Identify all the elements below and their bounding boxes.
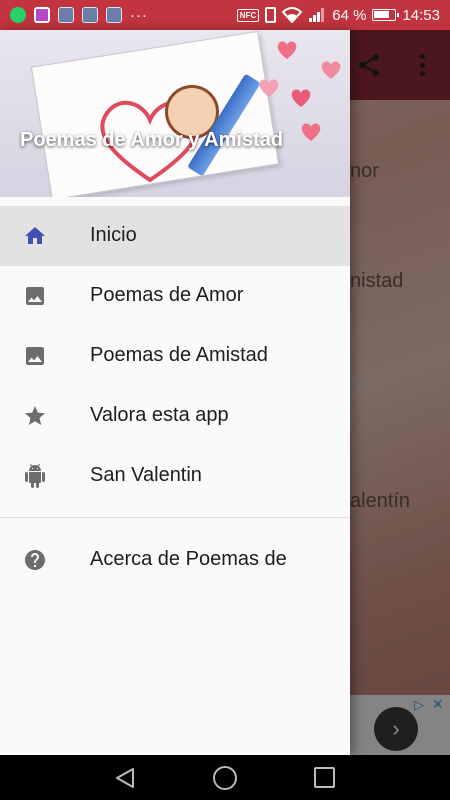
whatsapp-icon [10,7,26,23]
back-icon[interactable] [113,766,137,790]
menu-item-label: Poemas de Amistad [90,344,268,366]
clock: 14:53 [402,6,440,24]
image-icon [26,287,44,305]
menu-item-label: Acerca de Poemas de [90,548,287,570]
heart-flower-icon [321,61,341,79]
android-icon [25,464,45,488]
system-icons: NFC 64 % 14:53 [236,6,450,24]
status-bar: ··· NFC 64 % 14:53 [0,0,450,30]
drawer-header: Poemas de Amor y Amistad [0,30,350,197]
image-icon [26,347,44,365]
menu-item-valora-esta-app[interactable]: Valora esta app [0,386,350,446]
more-notifications-icon: ··· [130,6,148,24]
help-icon [25,550,45,570]
gallery-notification-icon [34,7,50,23]
heart-flower-icon [291,89,311,107]
nfc-icon: NFC [236,8,260,22]
menu-item-san-valentin[interactable]: San Valentin [0,446,350,506]
app-notification-icon [106,7,122,23]
menu-item-label: San Valentin [90,464,202,486]
battery-percent: 64 % [332,6,367,24]
navigation-drawer: Poemas de Amor y Amistad Inicio Poemas d… [0,30,350,755]
recent-apps-icon[interactable] [314,767,335,788]
menu-item-label: Inicio [90,224,137,246]
wifi-icon [282,7,303,23]
menu-item-poemas-de-amistad[interactable]: Poemas de Amistad [0,326,350,386]
home-icon [25,227,45,244]
heart-flower-icon [259,79,279,97]
menu-item-label: Poemas de Amor [90,284,244,306]
menu-item-acerca-de[interactable]: Acerca de Poemas de [0,530,350,590]
system-navigation-bar [0,755,450,800]
menu-item-inicio[interactable]: Inicio [0,206,350,266]
menu-item-poemas-de-amor[interactable]: Poemas de Amor [0,266,350,326]
signal-icon [309,8,325,22]
star-icon [25,406,45,425]
home-button-icon[interactable] [213,766,237,790]
menu-divider [0,517,350,518]
drawer-menu: Inicio Poemas de Amor Poemas de Amistad … [0,206,350,506]
menu-item-label: Valora esta app [90,404,229,426]
app-notification-icon [58,7,74,23]
heart-flower-icon [277,41,297,59]
vibrate-icon [265,7,277,23]
drawer-header-title: Poemas de Amor y Amistad [20,129,284,151]
heart-flower-icon [301,123,321,141]
app-notification-icon [82,7,98,23]
notification-icons: ··· [0,7,237,24]
battery-icon [372,9,400,21]
